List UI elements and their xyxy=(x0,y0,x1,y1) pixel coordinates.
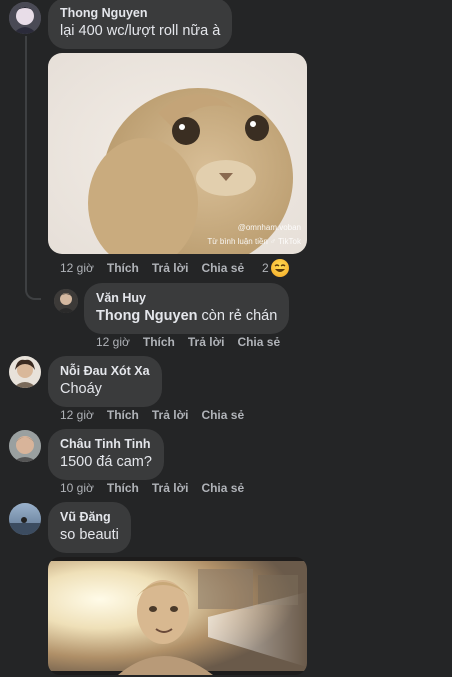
comment-text: Choáy xyxy=(60,381,102,397)
mention-link[interactable]: Thong Nguyen xyxy=(96,308,198,324)
avatar[interactable] xyxy=(9,356,41,388)
reply-button[interactable]: Trả lời xyxy=(152,481,189,495)
like-button[interactable]: Thích xyxy=(143,335,175,349)
comment-bubble: Vũ Đăng so beauti xyxy=(48,502,131,553)
comment-bubble: Châu Tinh Tinh 1500 đá cam? xyxy=(48,429,164,480)
comment-time[interactable]: 12 giờ xyxy=(96,335,130,349)
comment-actions: 12 giờ Thích Trả lời Chia sẻ xyxy=(60,261,257,275)
like-button[interactable]: Thích xyxy=(107,481,139,495)
comment-text: lại 400 wc/lượt roll nữa à xyxy=(60,23,221,39)
comment-text: so beauti xyxy=(60,527,119,543)
like-button[interactable]: Thích xyxy=(107,408,139,422)
reply-button[interactable]: Trả lời xyxy=(188,335,225,349)
comment-image[interactable] xyxy=(48,557,307,675)
reaction-count: 2 xyxy=(262,261,269,275)
comment-actions: 12 giờ Thích Trả lời Chia sẻ xyxy=(96,335,293,349)
avatar[interactable] xyxy=(54,289,78,313)
avatar[interactable] xyxy=(9,2,41,34)
comment-bubble: Thong Nguyen lại 400 wc/lượt roll nữa à xyxy=(48,0,233,49)
comment-author[interactable]: Vũ Đăng xyxy=(60,509,119,525)
image-watermark: @omnham.voban xyxy=(237,223,301,232)
comment-author[interactable]: Thong Nguyen xyxy=(60,5,220,21)
comment-image[interactable]: @omnham.voban Từ bình luận tiền ♂ TikTok xyxy=(48,53,307,254)
comment-bubble: Văn Huy Thong Nguyen còn rẻ chán xyxy=(84,283,290,334)
reply-button[interactable]: Trả lời xyxy=(152,261,189,275)
comment-actions: 10 giờ Thích Trả lời Chia sẻ xyxy=(60,481,257,495)
comment-time[interactable]: 10 giờ xyxy=(60,481,94,495)
comment-text-body: còn rẻ chán xyxy=(197,308,278,324)
share-button[interactable]: Chia sẻ xyxy=(201,408,244,422)
comment-author[interactable]: Văn Huy xyxy=(96,290,277,306)
share-button[interactable]: Chia sẻ xyxy=(201,261,244,275)
comment-time[interactable]: 12 giờ xyxy=(60,408,94,422)
comment-actions: 12 giờ Thích Trả lời Chia sẻ xyxy=(60,408,257,422)
avatar[interactable] xyxy=(9,503,41,535)
image-watermark-tiktok: Từ bình luận tiền ♂ TikTok xyxy=(207,237,301,246)
comment-time[interactable]: 12 giờ xyxy=(60,261,94,275)
comment-text: Thong Nguyen còn rẻ chán xyxy=(96,306,277,326)
comment-bubble: Nỗi Đau Xót Xa Choáy xyxy=(48,356,162,407)
reaction-summary[interactable]: 2 xyxy=(262,259,289,277)
reply-button[interactable]: Trả lời xyxy=(152,408,189,422)
comment-author[interactable]: Châu Tinh Tinh xyxy=(60,436,152,452)
share-button[interactable]: Chia sẻ xyxy=(201,481,244,495)
comment-author[interactable]: Nỗi Đau Xót Xa xyxy=(60,363,150,379)
like-button[interactable]: Thích xyxy=(107,261,139,275)
share-button[interactable]: Chia sẻ xyxy=(237,335,280,349)
laughing-emoji-icon xyxy=(270,259,289,277)
comment-text: 1500 đá cam? xyxy=(60,454,152,470)
avatar[interactable] xyxy=(9,430,41,462)
reply-thread-connector xyxy=(25,36,41,300)
